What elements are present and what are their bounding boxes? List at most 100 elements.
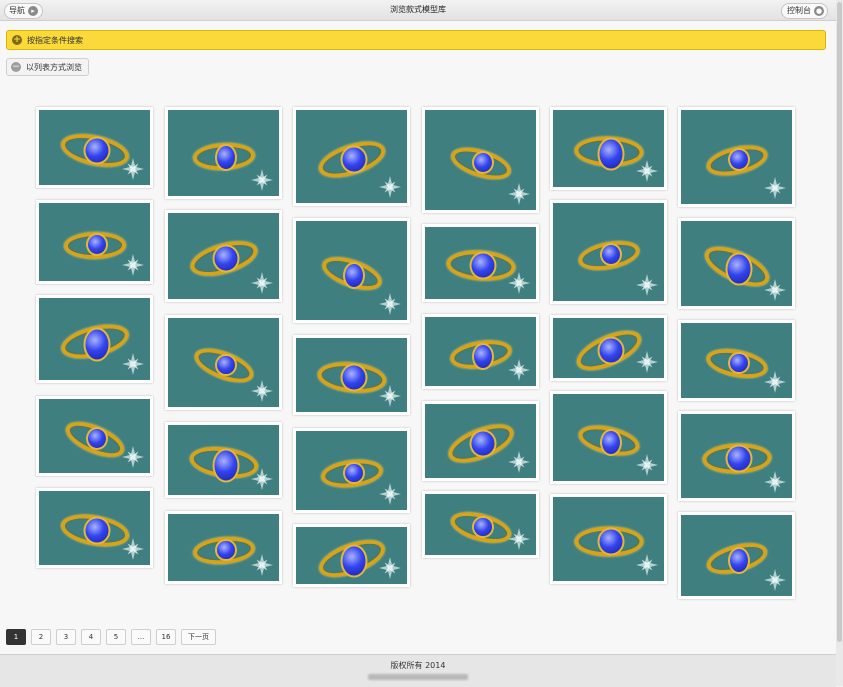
ring-image[interactable]: [553, 203, 664, 301]
page-button[interactable]: 4: [81, 629, 101, 645]
ring-card[interactable]: [36, 488, 153, 568]
sapphire-gem: [727, 148, 750, 171]
compass-star-logo-icon: [508, 272, 530, 294]
compass-star-logo-icon: [251, 272, 273, 294]
ring-card[interactable]: [550, 107, 667, 190]
ring-card[interactable]: [550, 200, 667, 304]
ring-render: [447, 331, 514, 373]
ring-image[interactable]: [168, 425, 279, 495]
ring-card[interactable]: [293, 428, 410, 513]
sapphire-gem: [597, 336, 624, 365]
list-view-button[interactable]: − 以列表方式浏览: [6, 58, 89, 76]
ring-image[interactable]: [425, 317, 536, 386]
ring-image[interactable]: [296, 527, 407, 584]
ring-card[interactable]: [165, 422, 282, 498]
compass-star-logo-icon: [379, 483, 401, 505]
ring-image[interactable]: [681, 323, 792, 398]
ring-card[interactable]: [165, 315, 282, 410]
ring-card[interactable]: [550, 315, 667, 381]
ring-image[interactable]: [168, 110, 279, 196]
compass-star-logo-icon: [508, 528, 530, 550]
ring-card[interactable]: [36, 107, 153, 188]
search-toggle-bar[interactable]: + 按指定条件搜索: [6, 30, 826, 50]
ring-image[interactable]: [39, 203, 150, 281]
copyright-text: 版权所有 2014: [390, 661, 446, 670]
ring-render: [442, 416, 519, 471]
compass-star-logo-icon: [122, 446, 144, 468]
ring-render: [63, 221, 126, 263]
ring-image[interactable]: [553, 394, 664, 481]
ring-card[interactable]: [422, 107, 539, 213]
control-panel-button[interactable]: 控制台 ●: [781, 3, 828, 19]
ring-image[interactable]: [296, 431, 407, 510]
ring-image[interactable]: [681, 110, 792, 204]
compass-star-logo-icon: [122, 353, 144, 375]
ring-image[interactable]: [681, 221, 792, 306]
compass-star-logo-icon: [251, 468, 273, 490]
ring-image[interactable]: [681, 414, 792, 498]
compass-star-logo-icon: [764, 471, 786, 493]
ring-render: [189, 341, 258, 390]
ring-card[interactable]: [165, 511, 282, 584]
ring-card[interactable]: [678, 411, 795, 501]
ring-render: [445, 239, 516, 288]
ring-image[interactable]: [553, 497, 664, 581]
ring-card[interactable]: [293, 107, 410, 206]
ring-image[interactable]: [39, 491, 150, 565]
ring-image[interactable]: [425, 227, 536, 299]
ring-image[interactable]: [681, 515, 792, 596]
sapphire-gem: [469, 251, 496, 280]
ring-image[interactable]: [168, 318, 279, 407]
page-button[interactable]: 5: [106, 629, 126, 645]
page-button[interactable]: 1: [6, 629, 26, 645]
page-button[interactable]: 3: [56, 629, 76, 645]
ring-image[interactable]: [425, 404, 536, 478]
ring-image[interactable]: [39, 399, 150, 473]
ring-card[interactable]: [550, 494, 667, 584]
pagination: 1 2 3 4 5... 16 下一页: [6, 629, 216, 645]
ring-card[interactable]: [678, 320, 795, 401]
ring-image[interactable]: [296, 338, 407, 412]
ring-image[interactable]: [168, 514, 279, 581]
ring-card[interactable]: [678, 512, 795, 599]
sapphire-gem: [83, 516, 110, 545]
ring-card[interactable]: [678, 107, 795, 207]
ring-card[interactable]: [36, 200, 153, 284]
ring-render: [698, 238, 775, 295]
ring-card[interactable]: [422, 224, 539, 302]
ring-image[interactable]: [168, 213, 279, 299]
next-page-button[interactable]: 下一页: [181, 629, 216, 645]
ring-image[interactable]: [425, 110, 536, 210]
ring-card[interactable]: [293, 218, 410, 323]
scrollbar-thumb[interactable]: [837, 2, 842, 642]
ring-card[interactable]: [422, 314, 539, 389]
ring-card[interactable]: [293, 524, 410, 587]
ring-card[interactable]: [422, 401, 539, 481]
ring-card[interactable]: [678, 218, 795, 309]
sapphire-gem: [597, 527, 624, 556]
ring-image[interactable]: [39, 110, 150, 185]
compass-star-logo-icon: [122, 538, 144, 560]
vertical-scrollbar[interactable]: [836, 0, 843, 686]
ring-image[interactable]: [553, 110, 664, 187]
ring-render: [574, 515, 643, 564]
ring-image[interactable]: [553, 318, 664, 378]
ring-image[interactable]: [425, 494, 536, 555]
sapphire-gem: [725, 252, 752, 286]
page-button[interactable]: 2: [31, 629, 51, 645]
compass-star-logo-icon: [636, 554, 658, 576]
ring-card[interactable]: [36, 396, 153, 476]
ring-card[interactable]: [165, 210, 282, 302]
ring-image[interactable]: [296, 221, 407, 320]
ring-render: [570, 323, 647, 378]
ring-image[interactable]: [39, 298, 150, 380]
ring-card[interactable]: [293, 335, 410, 415]
ring-card[interactable]: [422, 491, 539, 558]
sapphire-gem: [212, 244, 239, 273]
ring-card[interactable]: [36, 295, 153, 383]
ring-card[interactable]: [165, 107, 282, 199]
page-button[interactable]: 16: [156, 629, 176, 645]
sapphire-gem: [83, 327, 110, 362]
ring-image[interactable]: [296, 110, 407, 203]
ring-card[interactable]: [550, 391, 667, 484]
